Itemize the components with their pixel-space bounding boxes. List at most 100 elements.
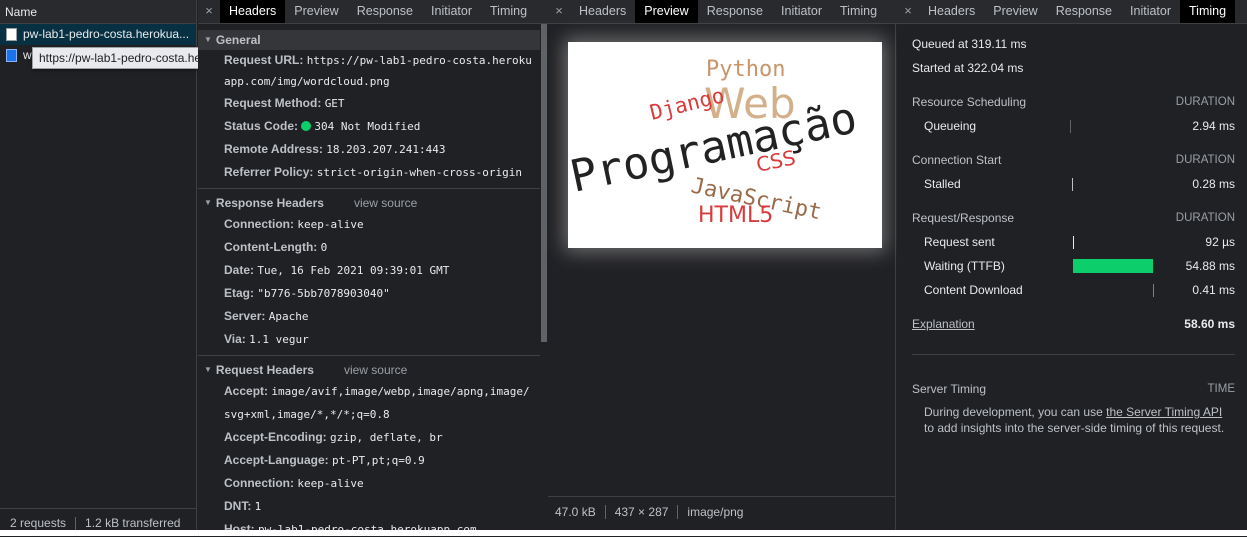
triangle-down-icon: ▼ [204,198,212,207]
name-column-header[interactable]: Name [0,0,196,24]
tab-response[interactable]: Response [698,0,772,23]
phase-label: Stalled [924,177,961,191]
status-code: Status Code: 304 Not Modified [198,115,540,138]
header-row: Accept: image/avif,image/webp,image/apng… [198,380,540,426]
tab-headers[interactable]: Headers [919,0,984,23]
triangle-down-icon: ▼ [204,365,212,374]
request-headers-section-header[interactable]: ▼ Request Headers view source [198,360,540,380]
content-download-row: Content Download 0.41 ms [912,279,1235,301]
tab-response[interactable]: Response [348,0,422,23]
image-file-icon [6,49,17,62]
header-key: Content-Length: [224,240,318,254]
close-icon[interactable]: × [198,0,220,23]
header-row: Server: Apache [198,305,540,328]
explanation-link[interactable]: Explanation [912,313,975,335]
tab-timing[interactable]: Timing [831,0,886,23]
headers-pane-tabbar: × Headers Preview Response Initiator Tim… [198,0,548,24]
tab-initiator[interactable]: Initiator [772,0,831,23]
header-value: gzip, deflate, br [330,431,443,444]
total-duration: 58.60 ms [1184,317,1235,331]
header-key: Accept-Language: [224,453,329,467]
request-row[interactable]: pw-lab1-pedro-costa.herokua... [0,24,196,45]
connection-start-header: Connection Start DURATION [912,149,1235,171]
section-label: Server Timing [912,382,987,396]
started-text: Started at 322.04 ms [912,61,1024,75]
scrollbar-thumb[interactable] [541,24,547,342]
phase-duration: 92 µs [1205,235,1235,249]
document-icon [6,28,17,41]
header-row: Content-Length: 0 [198,236,540,259]
tab-response[interactable]: Response [1047,0,1121,23]
duration-header: DURATION [1175,154,1235,166]
header-key: Connection: [224,476,294,490]
header-value: Apache [268,310,309,323]
queued-at: Queued at 319.11 ms [912,33,1235,55]
response-headers-section-header[interactable]: ▼ Response Headers view source [198,193,540,213]
phase-label: Request sent [924,235,995,249]
general-title: General [215,33,261,47]
referrer-policy: Referrer Policy: strict-origin-when-cros… [198,161,540,184]
header-value: strict-origin-when-cross-origin [316,166,523,179]
header-value: "b776-5bb7078903040" [257,287,390,300]
header-key: Status Code: [224,119,299,133]
section-label: Request/Response [912,211,1015,225]
close-icon[interactable]: × [897,0,919,23]
tab-timing[interactable]: Timing [481,0,536,23]
duration-header: DURATION [1175,96,1235,108]
bottom-edge [0,530,1247,536]
tab-initiator[interactable]: Initiator [1121,0,1180,23]
header-key: Referrer Policy: [224,165,314,179]
phase-duration: 54.88 ms [1185,259,1235,273]
tab-timing[interactable]: Timing [1180,0,1236,23]
close-icon[interactable]: × [548,0,570,23]
headers-scrollbar[interactable] [540,24,548,536]
timing-tick [1073,236,1074,249]
header-row: Date: Tue, 16 Feb 2021 09:39:01 GMT [198,259,540,282]
header-value: 1.1 vegur [249,333,309,346]
tab-initiator[interactable]: Initiator [422,0,481,23]
request-method: Request Method: GET [198,92,540,115]
transferred-size: 1.2 kB transferred [85,516,181,530]
header-row: Etag: "b776-5bb7078903040" [198,282,540,305]
waiting-row: Waiting (TTFB) 54.88 ms [912,255,1235,277]
server-timing-api-link[interactable]: the Server Timing API [1106,405,1222,419]
server-timing-header: Server Timing TIME [912,378,1235,400]
phase-duration: 0.41 ms [1192,283,1235,297]
request-name: w [23,48,32,62]
header-key: Request URL: [224,53,304,67]
tab-preview[interactable]: Preview [984,0,1046,23]
section-label: Resource Scheduling [912,95,1027,109]
tab-preview[interactable]: Preview [285,0,347,23]
tab-preview[interactable]: Preview [635,0,698,23]
header-key: Request Method: [224,96,322,110]
header-key: Date: [224,263,255,277]
header-value: image/avif,image/webp,image/apng,image/s… [224,385,530,421]
phase-duration: 0.28 ms [1192,177,1235,191]
header-key: Accept-Encoding: [224,430,327,444]
tab-headers[interactable]: Headers [570,0,635,23]
note-text: During development, you can use [924,405,1107,419]
header-value: 304 Not Modified [314,120,421,133]
header-key: Accept: [224,384,269,398]
header-value: Tue, 16 Feb 2021 09:39:01 GMT [257,264,450,277]
waiting-bar [1073,259,1153,273]
header-value: 1 [254,500,262,513]
preview-pane-tabbar: × Headers Preview Response Initiator Tim… [548,0,897,24]
header-value: GET [324,97,345,110]
view-source-link[interactable]: view source [344,360,407,380]
phase-duration: 2.94 ms [1192,119,1235,133]
request-response-header: Request/Response DURATION [912,207,1235,229]
view-source-link[interactable]: view source [354,193,417,213]
timing-tick [1072,178,1073,191]
general-section-header[interactable]: ▼ General [198,30,540,50]
request-headers-title: Request Headers [215,363,314,377]
requests-panel: Name pw-lab1-pedro-costa.herokua... w 2 … [0,0,197,536]
header-key: Server: [224,309,266,323]
tab-headers[interactable]: Headers [220,0,286,23]
header-key: Via: [224,332,246,346]
request-name: pw-lab1-pedro-costa.herokua... [23,27,190,41]
image-dimensions: 437 × 287 [614,505,669,519]
timing-panel: Queued at 319.11 ms Started at 322.04 ms… [897,24,1247,536]
divider [912,354,1235,355]
response-headers-title: Response Headers [215,196,324,210]
